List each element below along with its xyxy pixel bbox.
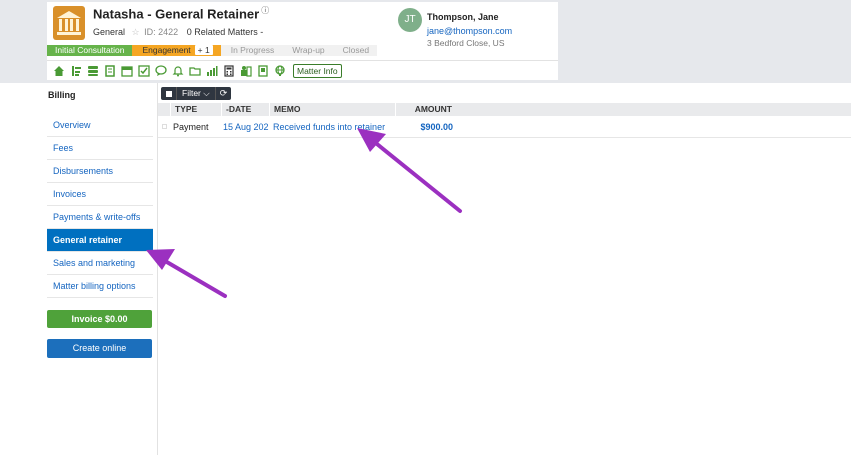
matter-header-band: Natasha - General Retainer ⓘ General ☆ ID… [0,0,851,83]
practice-area-label: General [93,27,126,37]
star-icon[interactable]: ☆ [132,27,140,37]
billing-icon[interactable] [240,65,252,77]
sidebar-item-overview[interactable]: Overview [47,114,153,137]
select-all-checkbox[interactable] [161,87,176,100]
stage-closed[interactable]: Closed [332,45,378,56]
annotation-arrow-memo [357,128,462,213]
sidebar-title: Billing [48,90,76,100]
cell-date[interactable]: 15 Aug 202 [223,116,271,138]
column-header-type[interactable]: TYPE [170,103,221,116]
matter-card: Natasha - General Retainer ⓘ General ☆ ID… [47,2,558,80]
billing-sidebar: Billing Overview Fees Disbursements Invo… [47,90,153,298]
globe-icon[interactable] [274,64,286,77]
stage-count-badge: + 1 [194,45,213,55]
home-icon[interactable] [53,65,65,77]
bell-icon[interactable] [172,65,184,77]
page-title: Natasha - General Retainer ⓘ [93,5,269,21]
matter-toolbar: Matter Info [47,60,558,80]
cell-amount[interactable]: $900.00 [395,116,453,138]
content-divider [157,83,158,455]
filter-button[interactable]: Filter ⌵ [176,87,215,100]
chart-icon[interactable] [206,65,218,77]
refresh-icon[interactable]: ⟳ [214,87,232,100]
table-row[interactable]: Payment 15 Aug 202 Received funds into r… [158,116,851,138]
stage-in-progress[interactable]: In Progress [220,45,283,56]
database-icon[interactable] [87,65,99,77]
cell-type: Payment [173,122,209,132]
checkbox-square-icon [165,90,172,97]
column-header-date[interactable]: -DATE [221,103,269,116]
sidebar-item-invoices[interactable]: Invoices [47,183,153,206]
sidebar-item-payments-write-offs[interactable]: Payments & write-offs [47,206,153,229]
table-header: TYPE -DATE MEMO AMOUNT [158,103,851,116]
contact-address: 3 Bedford Close, US [427,38,505,48]
calendar-icon[interactable] [121,65,133,77]
row-checkbox[interactable] [162,124,167,129]
stage-engagement-label: Engagement [142,45,191,55]
matter-id: ID: 2422 [144,27,179,37]
sidebar-nav: Overview Fees Disbursements Invoices Pay… [47,114,153,298]
matter-info-button[interactable]: Matter Info [293,63,342,78]
calculator-icon[interactable] [223,64,235,77]
retainer-table: TYPE -DATE MEMO AMOUNT Payment 15 Aug 20… [158,103,851,138]
stage-engagement[interactable]: Engagement + 1 [132,45,221,56]
sidebar-item-general-retainer[interactable]: General retainer [47,229,153,252]
matter-title-text: Natasha - General Retainer [93,6,260,22]
info-icon[interactable]: ⓘ [261,6,269,15]
courthouse-icon [53,6,85,40]
sidebar-item-matter-billing-options[interactable]: Matter billing options [47,275,153,298]
filter-toolbar: Filter ⌵ ⟳ [161,87,232,100]
sidebar-item-disbursements[interactable]: Disbursements [47,160,153,183]
matter-subtitle: General ☆ ID: 2422 0 Related Matters - [93,27,263,38]
checklist-icon[interactable] [138,64,150,77]
document-icon[interactable] [257,64,269,77]
folder-icon[interactable] [189,65,201,77]
sidebar-item-fees[interactable]: Fees [47,137,153,160]
column-header-memo[interactable]: MEMO [269,103,395,116]
create-online-button[interactable]: Create online [47,339,152,358]
timeline-icon[interactable] [70,65,82,77]
stage-wrap-up[interactable]: Wrap-up [282,45,333,56]
invoice-button[interactable]: Invoice $0.00 [47,310,152,328]
cell-memo[interactable]: Received funds into retainer [273,116,398,138]
avatar[interactable]: JT [398,8,422,32]
stage-progress-bar: Initial Consultation Engagement + 1 In Pr… [47,45,427,56]
contact-email-link[interactable]: jane@thompson.com [427,26,512,36]
contact-name[interactable]: Thompson, Jane [427,12,499,22]
chevron-down-icon: ⌵ [203,88,210,98]
column-header-amount[interactable]: AMOUNT [395,103,456,116]
filter-label: Filter [182,88,201,98]
stage-initial-consultation[interactable]: Initial Consultation [47,45,133,56]
sidebar-item-sales-marketing[interactable]: Sales and marketing [47,252,153,275]
chat-icon[interactable] [155,64,167,77]
notes-icon[interactable] [104,64,116,77]
related-matters-link[interactable]: 0 Related Matters - [187,27,264,37]
